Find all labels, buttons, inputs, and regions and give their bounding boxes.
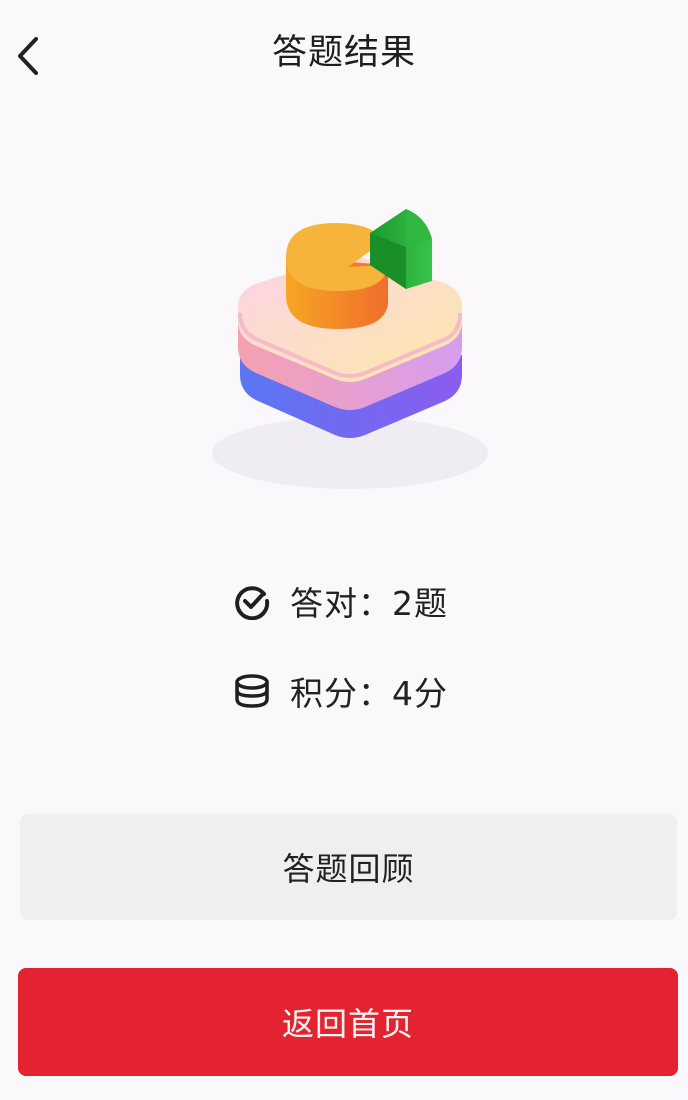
score-text: 积分：4分 (290, 674, 448, 713)
correct-count-row: 答对：2题 (232, 571, 448, 631)
check-circle-icon (232, 581, 272, 621)
top-bar: 答题结果 (0, 0, 688, 110)
answer-review-button[interactable]: 答题回顾 (20, 814, 677, 920)
pie-chart-illustration (212, 209, 488, 489)
score-row: 积分：4分 (232, 661, 448, 721)
return-home-button[interactable]: 返回首页 (18, 968, 678, 1076)
coins-icon (232, 671, 272, 711)
result-illustration (200, 195, 500, 505)
page-title: 答题结果 (271, 33, 416, 73)
correct-count-text: 答对：2题 (290, 584, 448, 623)
